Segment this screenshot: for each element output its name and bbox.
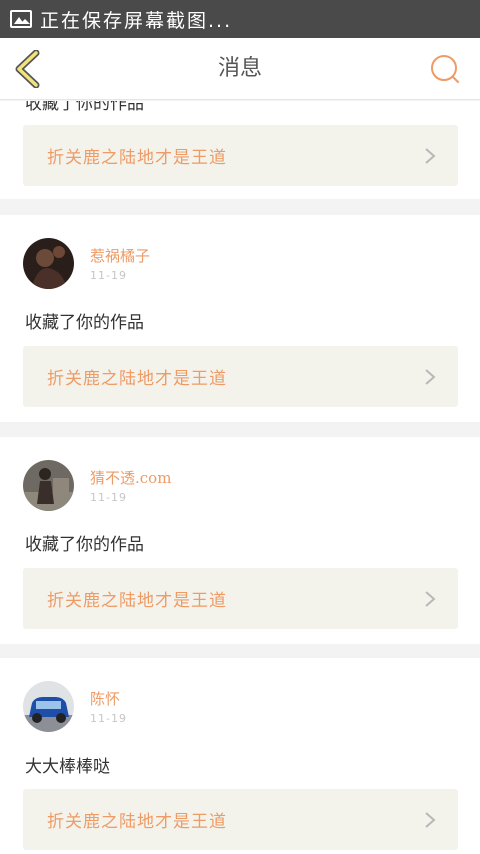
image-icon	[10, 10, 32, 28]
search-icon[interactable]	[428, 52, 462, 86]
work-link[interactable]: 折关鹿之陆地才是王道	[23, 346, 458, 407]
avatar[interactable]	[23, 460, 74, 511]
message-card: 陈怀 11-19 大大棒棒哒 折关鹿之陆地才是王道	[0, 658, 480, 854]
status-bar: 正在保存屏幕截图...	[0, 0, 480, 38]
work-title: 折关鹿之陆地才是王道	[47, 591, 227, 611]
message-text: 收藏了你的作品	[25, 313, 144, 333]
username[interactable]: 陈怀	[90, 688, 120, 709]
work-link[interactable]: 折关鹿之陆地才是王道	[23, 125, 458, 186]
message-list[interactable]: 收藏了你的作品 折关鹿之陆地才是王道 惹祸橘子 11-19 收藏了你的作品 折关…	[0, 101, 480, 854]
work-title: 折关鹿之陆地才是王道	[47, 369, 227, 389]
message-card: 猜不透.com 11-19 收藏了你的作品 折关鹿之陆地才是王道	[0, 437, 480, 644]
nav-bar: 消息	[0, 38, 480, 100]
avatar[interactable]	[23, 681, 74, 732]
status-text: 正在保存屏幕截图...	[40, 9, 233, 32]
work-title: 折关鹿之陆地才是王道	[47, 812, 227, 832]
work-link[interactable]: 折关鹿之陆地才是王道	[23, 789, 458, 850]
chevron-right-icon	[425, 369, 436, 385]
message-card: 收藏了你的作品 折关鹿之陆地才是王道	[0, 101, 480, 199]
work-title: 折关鹿之陆地才是王道	[47, 148, 227, 168]
message-text: 收藏了你的作品	[25, 101, 144, 114]
timestamp: 11-19	[90, 712, 127, 725]
work-link[interactable]: 折关鹿之陆地才是王道	[23, 568, 458, 629]
message-card: 惹祸橘子 11-19 收藏了你的作品 折关鹿之陆地才是王道	[0, 215, 480, 422]
message-text: 收藏了你的作品	[25, 535, 144, 555]
chevron-right-icon	[425, 591, 436, 607]
username[interactable]: 惹祸橘子	[90, 245, 150, 266]
timestamp: 11-19	[90, 269, 127, 282]
username[interactable]: 猜不透.com	[90, 467, 171, 488]
avatar[interactable]	[23, 238, 74, 289]
chevron-right-icon	[425, 148, 436, 164]
chevron-right-icon	[425, 812, 436, 828]
timestamp: 11-19	[90, 491, 127, 504]
page-title: 消息	[217, 56, 262, 81]
message-text: 大大棒棒哒	[25, 757, 110, 777]
